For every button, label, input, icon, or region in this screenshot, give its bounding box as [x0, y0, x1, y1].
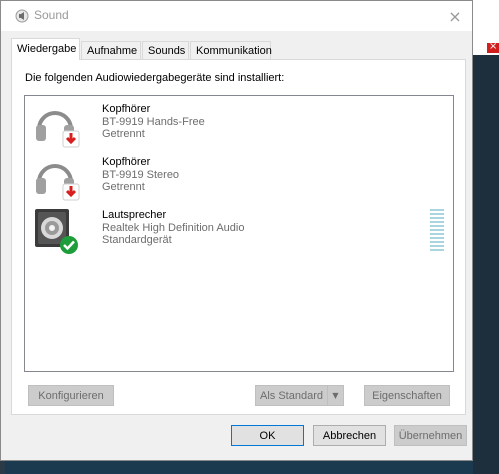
title-bar: Sound ×: [1, 1, 472, 31]
device-item-speaker[interactable]: Lautsprecher Realtek High Definition Aud…: [33, 207, 433, 257]
apply-button[interactable]: Übernehmen: [394, 425, 467, 446]
ok-button[interactable]: OK: [231, 425, 304, 446]
speaker-icon: [35, 209, 78, 254]
device-status: Standardgerät: [102, 234, 172, 246]
device-name: Kopfhörer: [102, 156, 151, 168]
device-text: Kopfhörer BT-9919 Stereo Getrennt: [102, 156, 179, 194]
device-list[interactable]: Kopfhörer BT-9919 Hands-Free Getrennt Ko…: [24, 95, 454, 372]
device-description: BT-9919 Hands-Free: [102, 115, 205, 128]
configure-button[interactable]: Konfigurieren: [28, 385, 114, 406]
tab-wiedergabe[interactable]: Wiedergabe: [11, 38, 80, 60]
device-status: Getrennt: [102, 128, 145, 140]
set-default-button[interactable]: Als Standard ▼: [255, 385, 344, 406]
set-default-label: Als Standard: [260, 389, 323, 402]
device-item-headphones-handsfree[interactable]: Kopfhörer BT-9919 Hands-Free Getrennt: [33, 101, 433, 151]
tab-aufnahme[interactable]: Aufnahme: [81, 41, 141, 59]
device-description: BT-9919 Stereo: [102, 168, 180, 181]
device-name: Kopfhörer: [102, 103, 151, 115]
background-close-icon: [487, 41, 499, 53]
device-item-headphones-stereo[interactable]: Kopfhörer BT-9919 Stereo Getrennt: [33, 154, 433, 204]
device-status: Getrennt: [102, 181, 145, 193]
device-text: Lautsprecher Realtek High Definition Aud…: [102, 209, 244, 247]
headphones-icon: [36, 164, 80, 201]
close-icon[interactable]: ×: [438, 1, 472, 31]
device-text: Kopfhörer BT-9919 Hands-Free Getrennt: [102, 103, 205, 141]
sound-dialog: Sound × Wiedergabe Aufnahme Sounds Kommu…: [0, 0, 473, 461]
volume-level-meter: [430, 209, 444, 251]
window-title: Sound: [34, 8, 69, 22]
headphones-icon: [36, 111, 80, 148]
chevron-down-icon[interactable]: ▼: [327, 386, 343, 405]
properties-button[interactable]: Eigenschaften: [364, 385, 450, 406]
cancel-button[interactable]: Abbrechen: [313, 425, 386, 446]
device-name: Lautsprecher: [102, 209, 167, 221]
tab-kommunikation[interactable]: Kommunikation: [190, 41, 272, 59]
tab-sounds[interactable]: Sounds: [142, 41, 189, 59]
desktop-background-right: [473, 55, 499, 474]
panel-heading: Die folgenden Audiowiedergabegeräte sind…: [25, 72, 285, 84]
playback-panel: Die folgenden Audiowiedergabegeräte sind…: [11, 59, 466, 415]
device-description: Realtek High Definition Audio: [102, 221, 245, 234]
sound-app-icon: [15, 9, 29, 23]
